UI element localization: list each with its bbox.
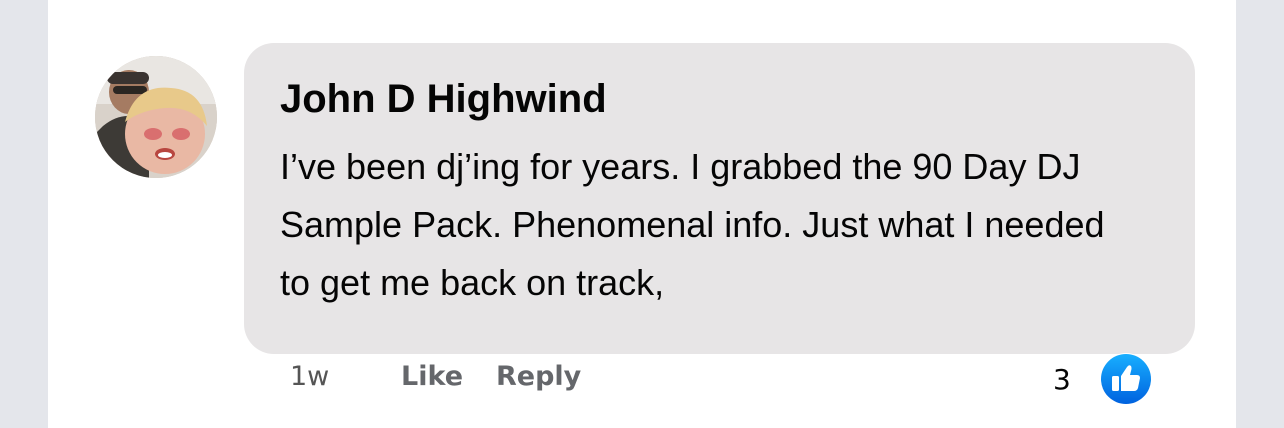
comment-bubble: John D Highwind I’ve been dj’ing for yea… [244,43,1195,354]
avatar[interactable] [95,56,217,178]
thumbs-up-icon [1101,354,1151,404]
reaction-count[interactable]: 3 [1053,360,1071,400]
reaction-badge[interactable] [1100,353,1152,405]
comment-text: I’ve been dj’ing for years. I grabbed th… [280,146,1105,303]
comment-author[interactable]: John D Highwind [280,76,1159,122]
reply-button[interactable]: Reply [496,357,581,397]
comment-timestamp[interactable]: 1w [290,357,329,397]
profile-photo [95,56,217,178]
like-button[interactable]: Like [401,357,463,397]
